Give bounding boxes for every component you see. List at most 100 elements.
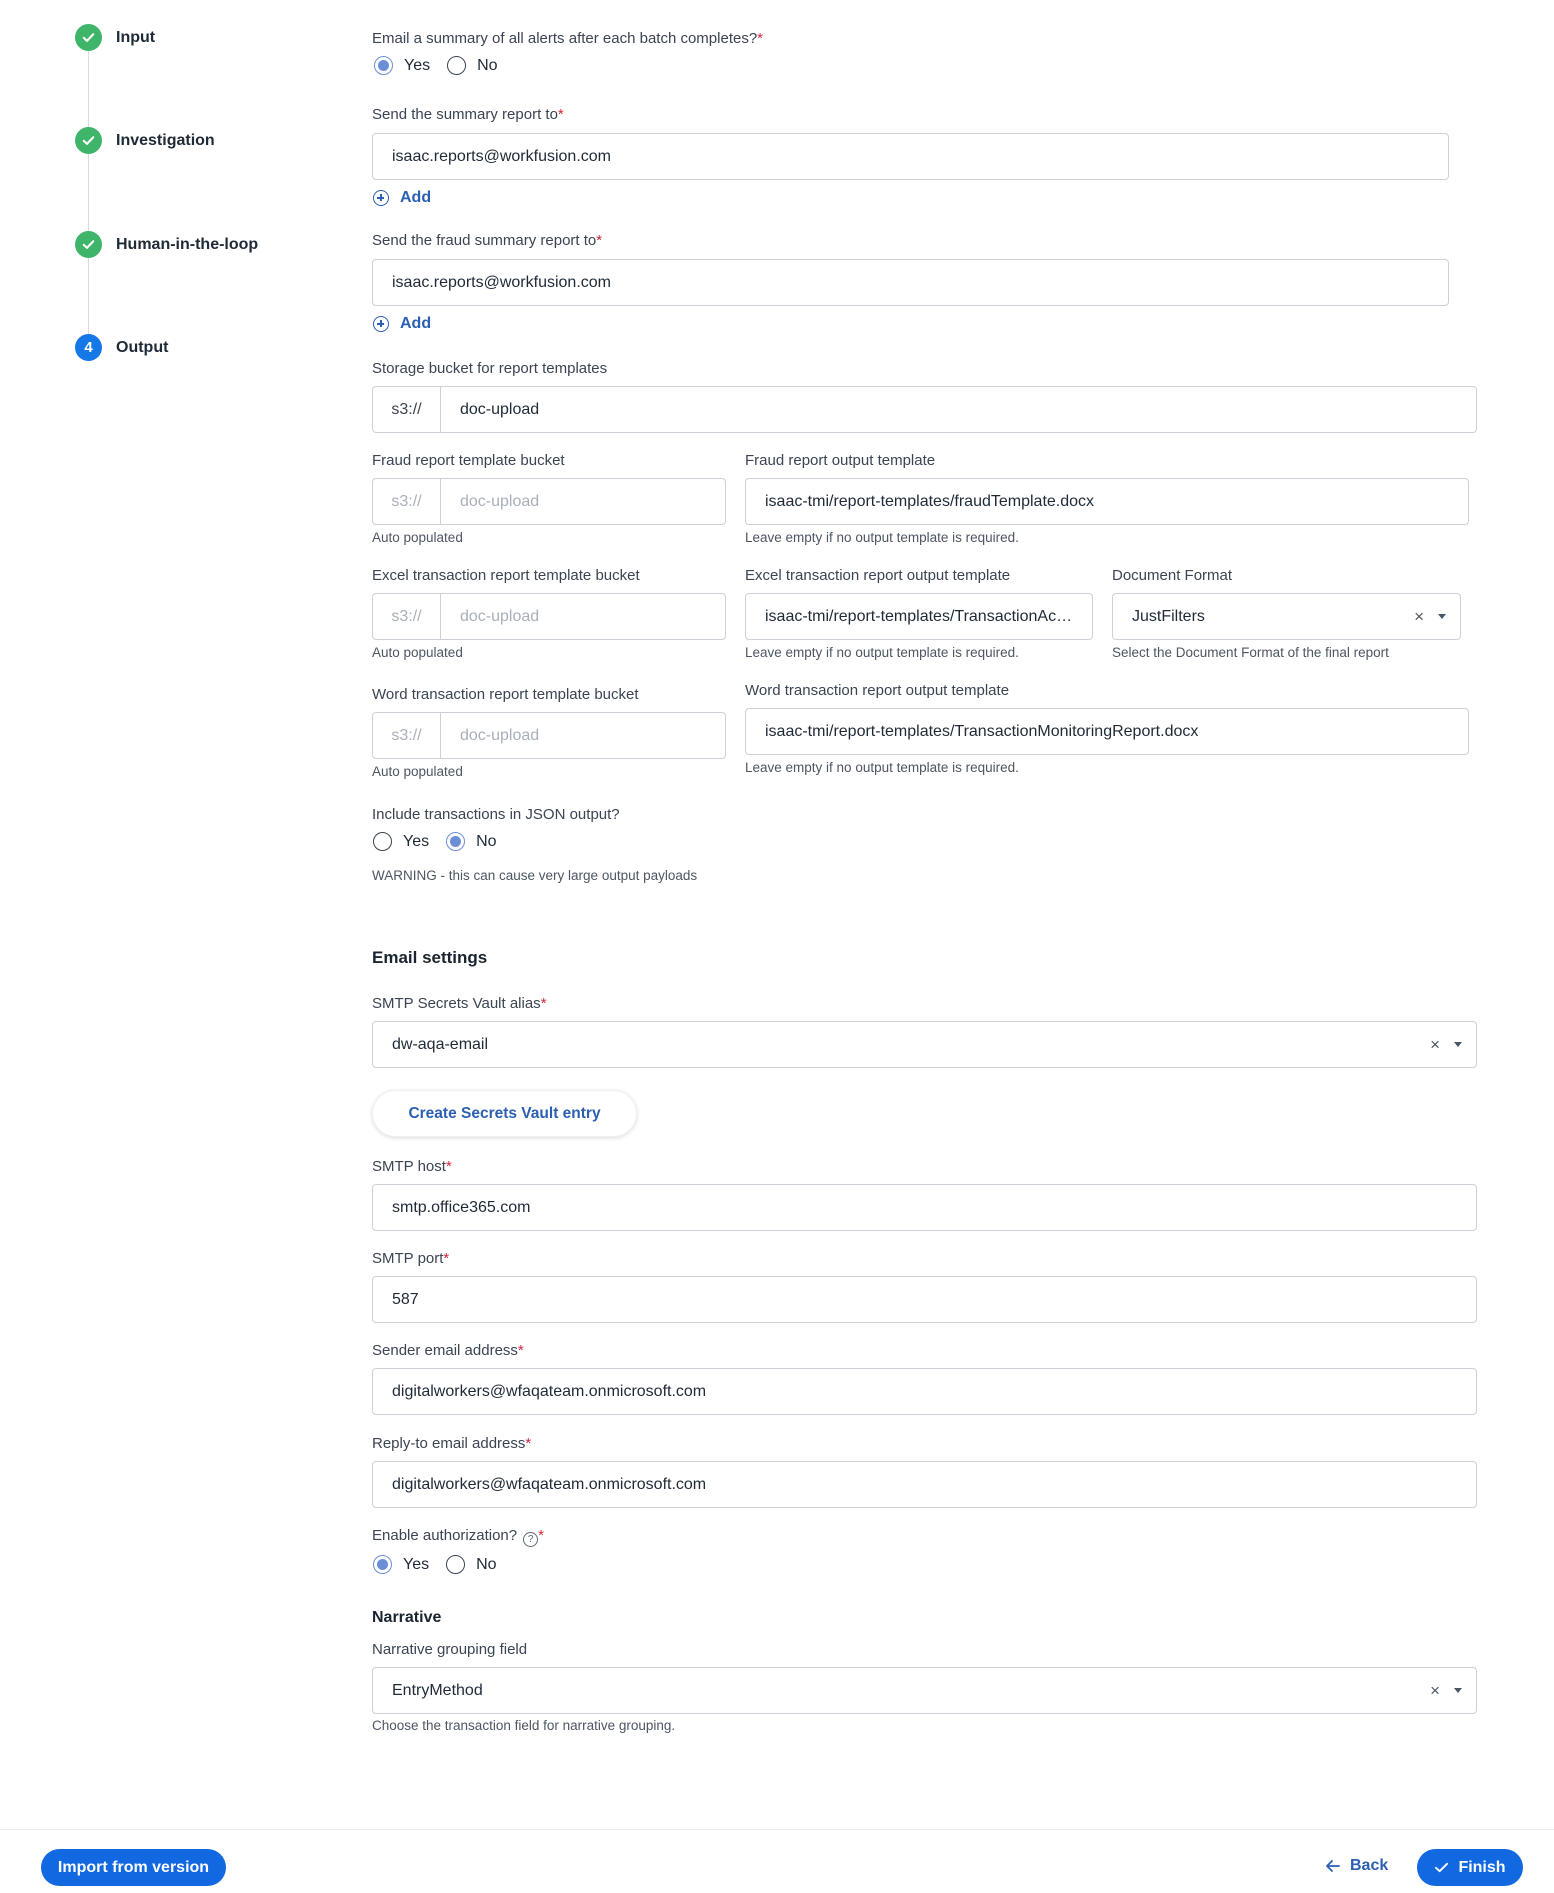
narrative-title: Narrative [372,1609,442,1626]
excel-output-template-input[interactable]: isaac-tmi/report-templates/TransactionAc… [745,593,1093,640]
radio-selected-indicator [373,1555,392,1574]
stepper-connector [88,154,89,232]
chevron-down-icon[interactable] [1438,614,1446,619]
help-icon[interactable]: ? [523,1532,539,1547]
check-icon [75,231,102,258]
select-controls: × [1414,594,1446,639]
close-icon[interactable]: × [1430,1036,1440,1053]
create-secrets-vault-entry-button[interactable]: Create Secrets Vault entry [372,1090,637,1137]
s3-prefix: s3:// [373,387,441,432]
fraud-output-template-input[interactable]: isaac-tmi/report-templates/fraudTemplate… [745,478,1469,525]
stepper-connector [88,258,89,336]
step-label: Human-in-the-loop [116,235,259,253]
enable-auth-yes-radio[interactable]: Yes [373,1555,429,1574]
step-label: Output [116,338,169,356]
word-template-bucket-label: Word transaction report template bucket [372,686,639,703]
chevron-down-icon[interactable] [1454,1042,1462,1047]
summary-email-yes-radio[interactable]: Yes [374,56,430,75]
smtp-host-input[interactable]: smtp.office365.com [372,1184,1477,1231]
stepper-connector [88,51,89,129]
back-button[interactable]: Back [1325,1857,1388,1875]
check-icon [75,127,102,154]
smtp-port-label: SMTP port* [372,1250,450,1267]
add-summary-recipient-button[interactable]: Add [373,189,431,207]
word-output-template-hint: Leave empty if no output template is req… [745,760,1019,775]
excel-template-bucket-label: Excel transaction report template bucket [372,567,640,584]
check-icon [1435,1862,1449,1873]
include-transactions-yes-radio[interactable]: Yes [373,832,429,851]
step-input[interactable]: Input [75,24,155,51]
word-output-template-label: Word transaction report output template [745,682,1010,699]
sender-email-input[interactable]: digitalworkers@wfaqateam.onmicrosoft.com [372,1368,1477,1415]
reply-to-email-input[interactable]: digitalworkers@wfaqateam.onmicrosoft.com [372,1461,1477,1508]
select-controls: × [1430,1668,1462,1713]
smtp-host-label: SMTP host* [372,1158,452,1175]
enable-auth-radio-group: Yes No [373,1555,514,1574]
summary-email-question: Email a summary of all alerts after each… [372,30,764,47]
fraud-output-template-hint: Leave empty if no output template is req… [745,530,1019,545]
narrative-grouping-hint: Choose the transaction field for narrati… [372,1718,676,1733]
vault-alias-select[interactable]: dw-aqa-email × [372,1021,1477,1068]
check-icon [75,24,102,51]
s3-prefix: s3:// [373,594,441,639]
step-human-in-the-loop[interactable]: Human-in-the-loop [75,231,258,258]
document-format-label: Document Format [1112,567,1233,584]
fraud-template-bucket-value: doc-upload [460,492,540,510]
storage-bucket-input[interactable]: s3:// doc-upload [372,386,1477,433]
radio-indicator [447,56,467,75]
word-output-template-input[interactable]: isaac-tmi/report-templates/TransactionMo… [745,708,1469,755]
arrow-left-icon [1326,1860,1340,1872]
fraud-template-bucket-input: s3:// doc-upload [372,478,726,525]
s3-prefix: s3:// [373,713,441,758]
radio-selected-indicator [446,832,466,851]
fraud-template-bucket-label: Fraud report template bucket [372,452,565,469]
fraud-summary-report-label: Send the fraud summary report to* [372,232,603,249]
narrative-grouping-label: Narrative grouping field [372,1641,528,1658]
step-label: Investigation [116,131,215,149]
enable-auth-label: Enable authorization?? * [372,1527,544,1547]
close-icon[interactable]: × [1414,608,1424,625]
include-transactions-warning: WARNING - this can cause very large outp… [372,868,698,883]
word-template-bucket-value: doc-upload [460,726,540,744]
fraud-template-bucket-hint: Auto populated [372,530,463,545]
import-from-version-button[interactable]: Import from version [41,1849,226,1886]
include-transactions-no-radio[interactable]: No [446,832,497,851]
smtp-port-input[interactable]: 587 [372,1276,1477,1323]
excel-template-bucket-hint: Auto populated [372,645,463,660]
word-template-bucket-hint: Auto populated [372,764,463,779]
plus-circle-icon [373,190,389,206]
close-icon[interactable]: × [1430,1682,1440,1699]
enable-auth-no-radio[interactable]: No [446,1555,497,1574]
summary-report-email-input[interactable]: isaac.reports@workfusion.com [372,133,1449,180]
reply-to-email-label: Reply-to email address* [372,1435,532,1452]
select-controls: × [1430,1022,1462,1067]
document-format-select[interactable]: JustFilters × [1112,593,1461,640]
add-fraud-recipient-button[interactable]: Add [373,315,431,333]
radio-indicator [446,1555,466,1574]
excel-output-template-hint: Leave empty if no output template is req… [745,645,1019,660]
fraud-output-template-label: Fraud report output template [745,452,936,469]
vault-alias-label: SMTP Secrets Vault alias* [372,995,547,1012]
document-format-hint: Select the Document Format of the final … [1112,645,1389,660]
plus-circle-icon [373,316,389,332]
step-label: Input [116,28,156,46]
narrative-grouping-select[interactable]: EntryMethod × [372,1667,1477,1714]
radio-indicator [373,832,392,851]
step-number: 4 [75,334,102,361]
summary-report-label: Send the summary report to* [372,106,564,123]
footer-divider [0,1829,1554,1830]
fraud-summary-report-email-input[interactable]: isaac.reports@workfusion.com [372,259,1449,306]
include-transactions-question: Include transactions in JSON output? [372,806,620,823]
excel-output-template-label: Excel transaction report output template [745,567,1011,584]
storage-bucket-value: doc-upload [460,400,540,418]
sender-email-label: Sender email address* [372,1342,524,1359]
excel-template-bucket-value: doc-upload [460,607,540,625]
email-settings-title: Email settings [372,948,488,967]
step-investigation[interactable]: Investigation [75,127,215,154]
finish-button[interactable]: Finish [1417,1849,1523,1886]
summary-email-no-radio[interactable]: No [447,56,498,75]
include-transactions-radio-group: Yes No [373,832,514,851]
chevron-down-icon[interactable] [1454,1688,1462,1693]
radio-selected-indicator [374,56,393,75]
step-output[interactable]: 4 Output [75,334,168,361]
